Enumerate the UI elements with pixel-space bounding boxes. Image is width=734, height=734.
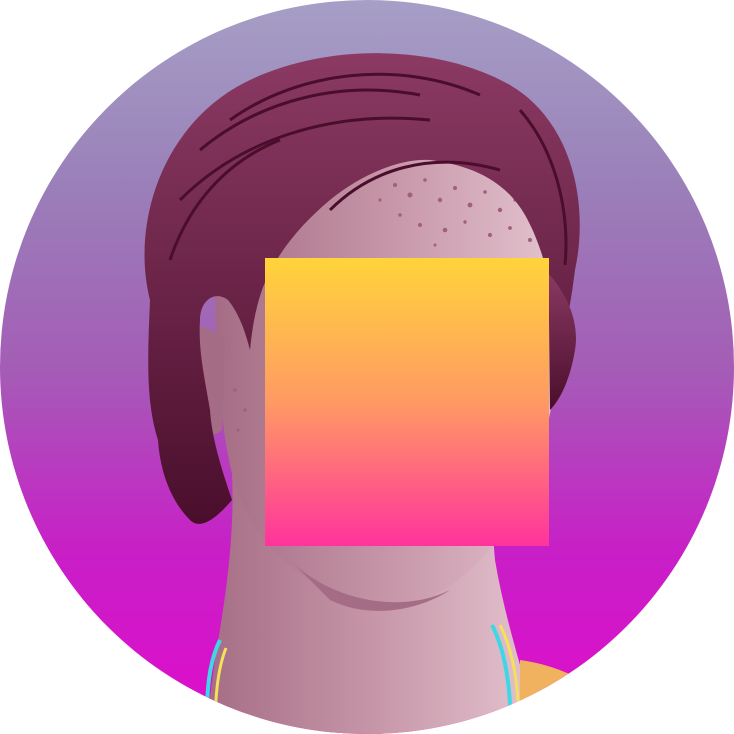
censor-square-fill — [265, 258, 549, 546]
avatar — [0, 0, 734, 734]
avatar-stage — [0, 0, 734, 734]
face-censor-square — [265, 258, 549, 546]
shoulder — [520, 660, 600, 734]
